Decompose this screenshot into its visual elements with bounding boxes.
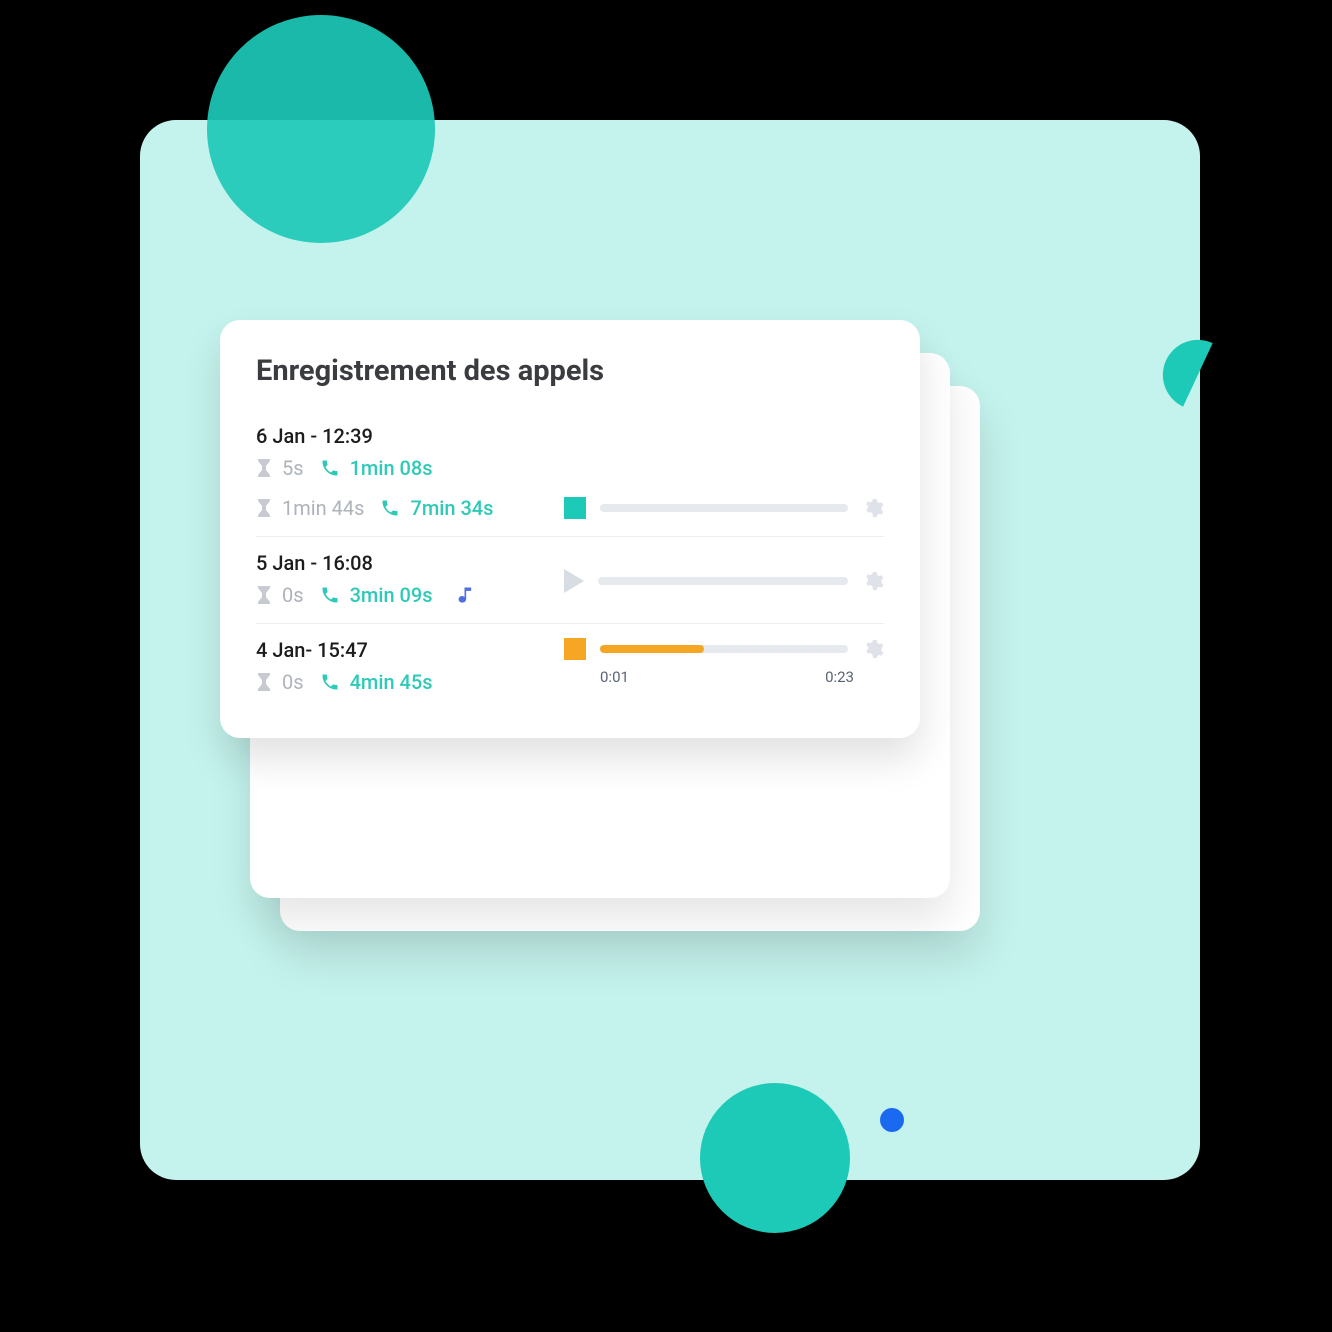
stop-button[interactable] [564,638,586,660]
recordings-card: Enregistrement des appels 6 Jan - 12:39 … [220,320,920,738]
phone-icon [320,458,340,478]
entry-stats-2: 1min 44s 7min 34s [256,496,493,520]
entry-date: 4 Jan- 15:47 [256,638,433,662]
decor-circle-top [207,15,435,243]
entry-stats: 0s 3min 09s [256,583,477,607]
entry-date: 6 Jan - 12:39 [256,424,884,448]
audio-player [564,497,884,519]
card-stack: Enregistrement des appels 6 Jan - 12:39 … [220,320,980,738]
recording-entry: 6 Jan - 12:39 5s 1min 08s [256,410,884,537]
play-button[interactable] [564,569,584,593]
gear-icon[interactable] [862,570,884,592]
seek-fill [600,645,704,653]
seek-bar[interactable] [600,645,848,653]
seek-bar[interactable] [598,577,848,585]
call-duration: 7min 34s [410,496,493,520]
wait-time: 0s [282,670,304,694]
hourglass-icon [256,673,272,691]
wait-time: 1min 44s [282,496,364,520]
total-time: 0:23 [825,668,854,686]
hourglass-icon [256,459,272,477]
entry-stats: 0s 4min 45s [256,670,433,694]
phone-icon [320,672,340,692]
time-labels: 0:01 0:23 [564,668,884,686]
gear-icon[interactable] [862,638,884,660]
hourglass-icon [256,499,272,517]
decor-dot-blue [880,1108,904,1132]
gear-icon[interactable] [862,497,884,519]
decor-circle-bottom [700,1083,850,1233]
call-duration: 4min 45s [350,670,433,694]
call-duration: 1min 08s [350,456,433,480]
seek-bar[interactable] [600,504,848,512]
music-icon [457,584,477,606]
audio-player [564,638,884,660]
phone-icon [380,498,400,518]
elapsed-time: 0:01 [600,668,629,686]
recording-entry: 4 Jan- 15:47 0s 4min 45s [256,624,884,710]
entry-stats: 5s 1min 08s [256,456,884,480]
entry-date: 5 Jan - 16:08 [256,551,477,575]
hourglass-icon [256,586,272,604]
wait-time: 5s [282,456,304,480]
stop-button[interactable] [564,497,586,519]
audio-player [564,569,884,593]
wait-time: 0s [282,583,304,607]
recording-entry: 5 Jan - 16:08 0s 3min 09s [256,537,884,624]
call-duration: 3min 09s [350,583,433,607]
card-title: Enregistrement des appels [256,354,884,388]
phone-icon [320,585,340,605]
